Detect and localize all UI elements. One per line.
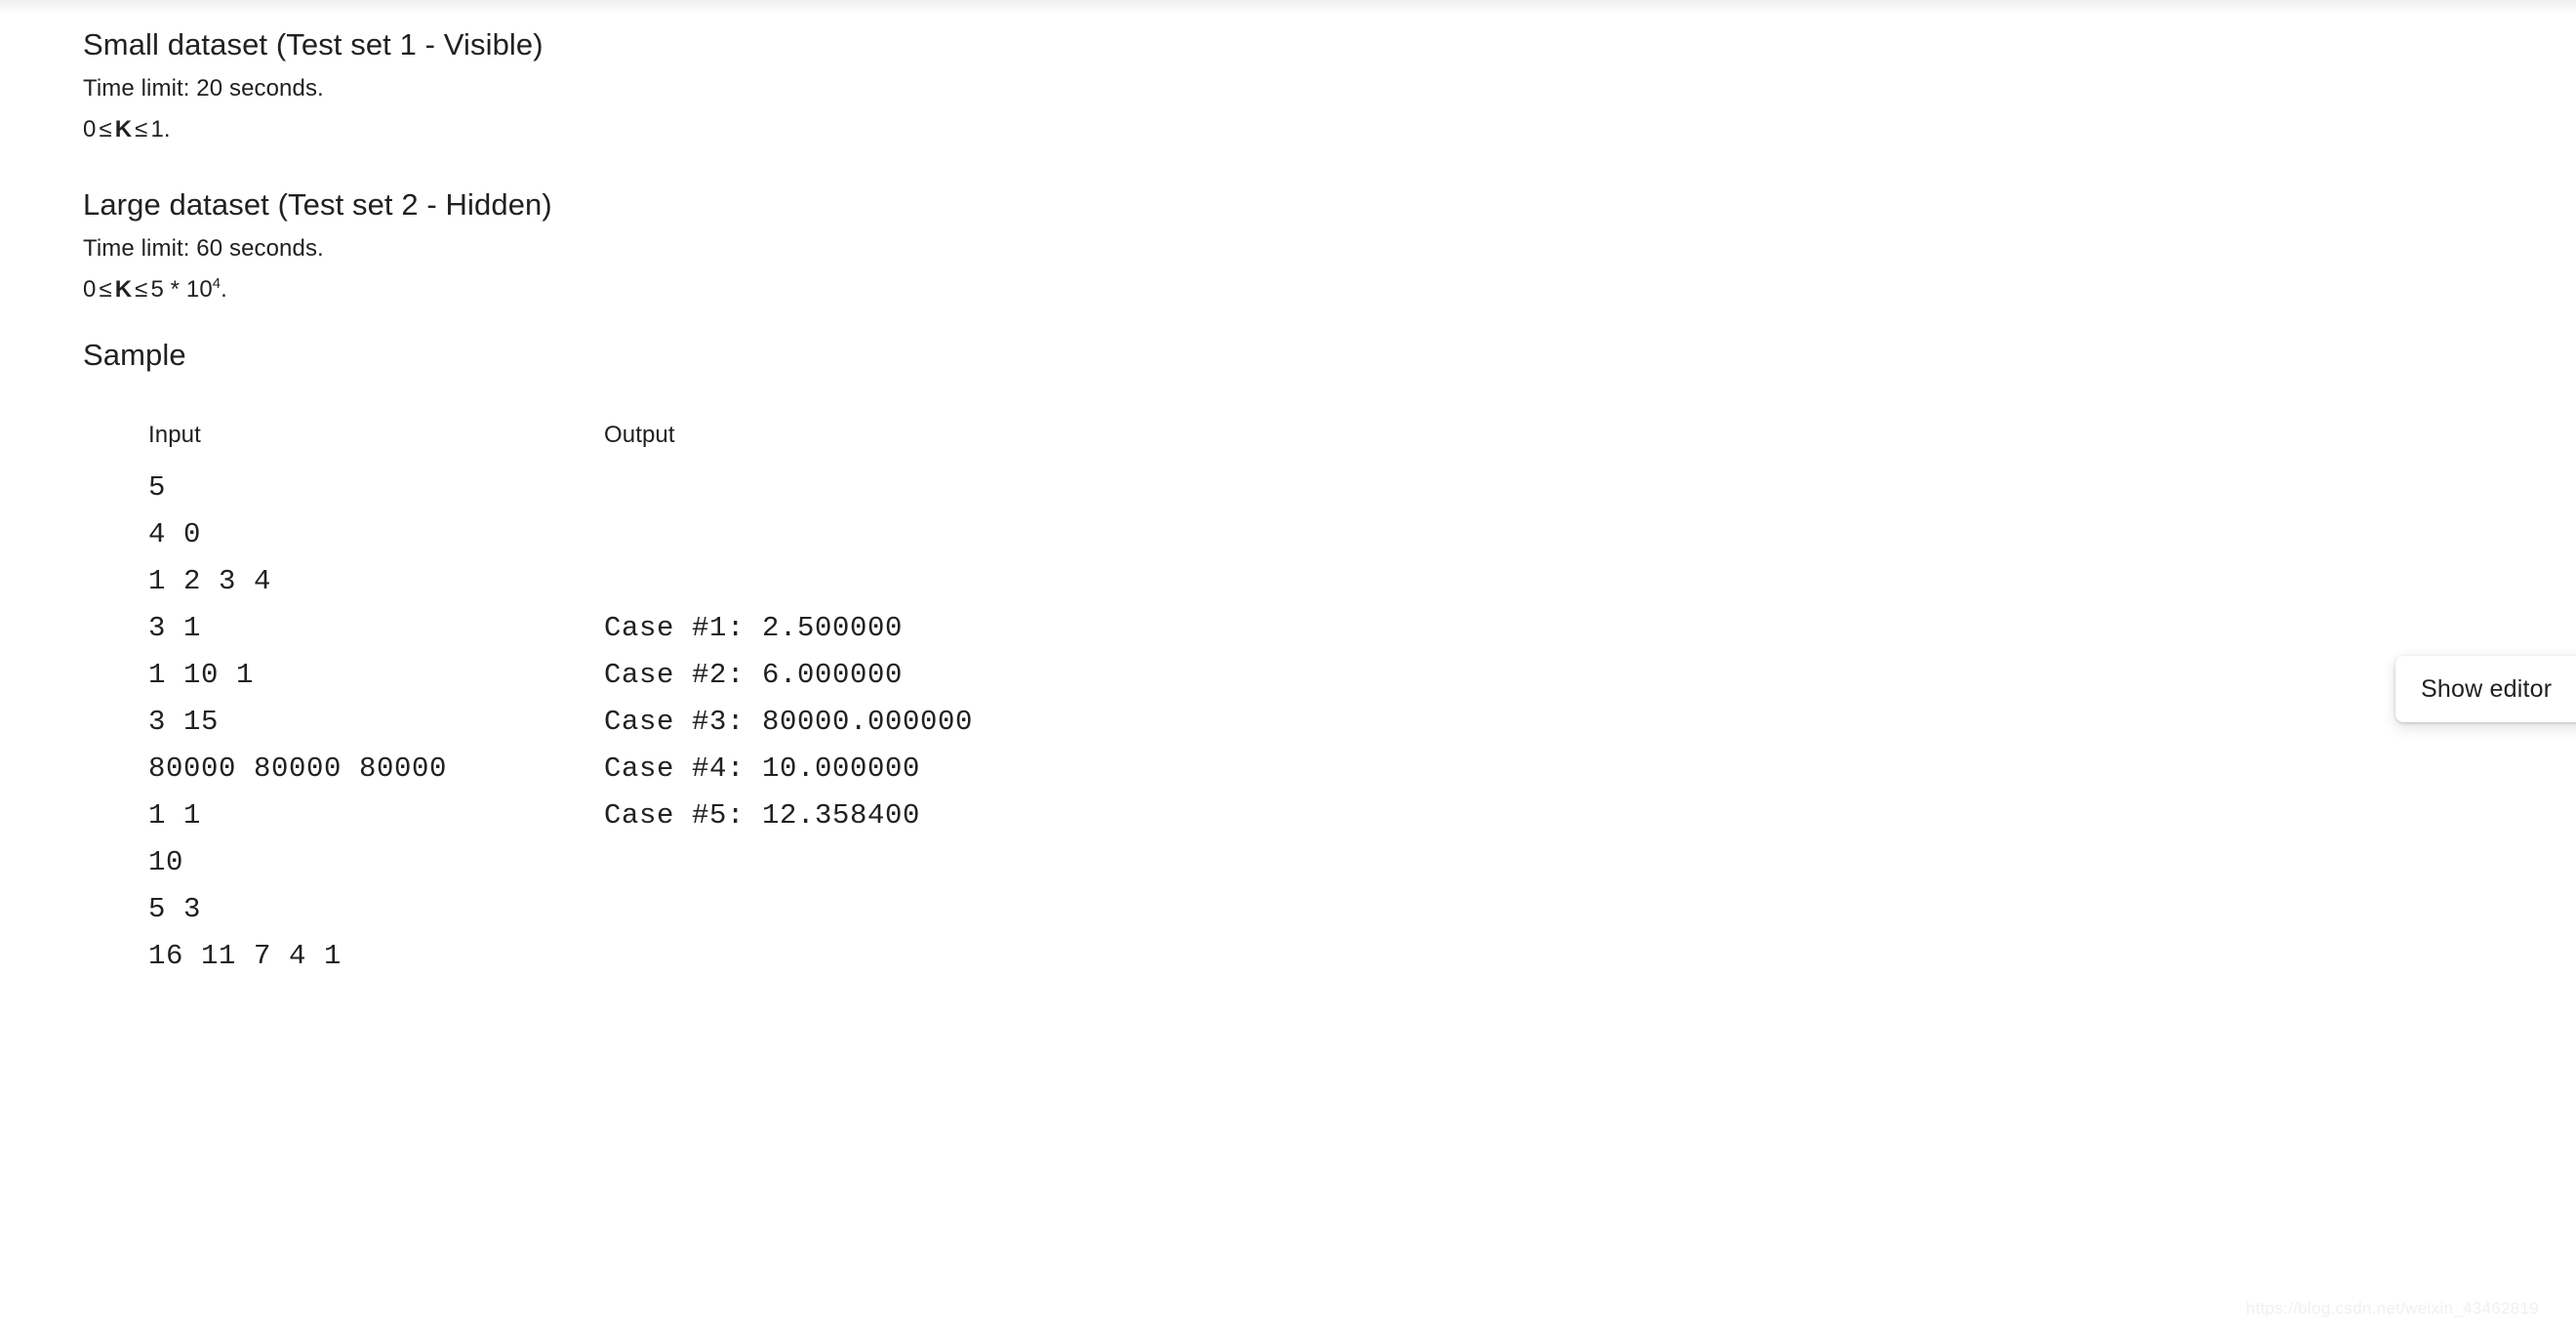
large-constraint-mantissa: 5 * 10: [150, 276, 213, 303]
small-dataset-time-limit: Time limit: 20 seconds.: [83, 75, 324, 102]
problem-statement-content: Small dataset (Test set 1 - Visible) Tim…: [0, 0, 2576, 996]
large-dataset-constraint: 0 ≤ K ≤5 * 104.: [83, 273, 2576, 306]
small-constraint-variable: K: [114, 116, 133, 142]
show-editor-label: Show editor: [2421, 674, 2553, 703]
large-constraint-lower: 0: [83, 276, 97, 303]
large-constraint-suffix: .: [221, 276, 227, 303]
sample-output-text: Case #1: 2.500000 Case #2: 6.000000 Case…: [604, 612, 974, 832]
large-constraint-op2: ≤: [135, 276, 148, 303]
small-constraint-suffix: .: [163, 116, 171, 142]
small-constraint-upper: 1: [150, 116, 164, 142]
sample-io-table: Input Output 5 4 0 1 2 3 4 3 1 1 10 1 3 …: [83, 422, 1482, 996]
sample-heading: Sample: [83, 338, 186, 372]
small-dataset-heading: Small dataset (Test set 1 - Visible): [83, 27, 543, 61]
table-row: 5 4 0 1 2 3 4 3 1 1 10 1 3 15 80000 8000…: [83, 449, 1482, 996]
large-constraint-op1: ≤: [99, 276, 112, 303]
column-header-output: Output: [604, 422, 675, 448]
sample-spacer: [0, 306, 2576, 336]
large-dataset-time-limit: Time limit: 60 seconds.: [83, 235, 324, 262]
large-constraint-exponent: 4: [212, 276, 221, 292]
small-constraint-lower: 0: [83, 116, 97, 142]
table-header-row: Input Output: [83, 422, 1482, 449]
large-dataset-heading: Large dataset (Test set 2 - Hidden): [83, 187, 552, 222]
small-dataset-constraint: 0 ≤ K ≤1.: [83, 113, 2576, 146]
sample-input-cell: 5 4 0 1 2 3 4 3 1 1 10 1 3 15 80000 8000…: [83, 449, 539, 996]
small-constraint-op2: ≤: [135, 116, 148, 142]
small-constraint-op1: ≤: [99, 116, 112, 142]
show-editor-button[interactable]: Show editor: [2395, 656, 2576, 722]
sample-input-text: 5 4 0 1 2 3 4 3 1 1 10 1 3 15 80000 8000…: [148, 471, 448, 972]
sample-output-cell: Case #1: 2.500000 Case #2: 6.000000 Case…: [539, 449, 1482, 996]
large-constraint-variable: K: [114, 276, 133, 303]
watermark: https://blog.csdn.net/weixin_43462819: [2245, 1299, 2539, 1318]
column-header-input: Input: [148, 422, 201, 448]
